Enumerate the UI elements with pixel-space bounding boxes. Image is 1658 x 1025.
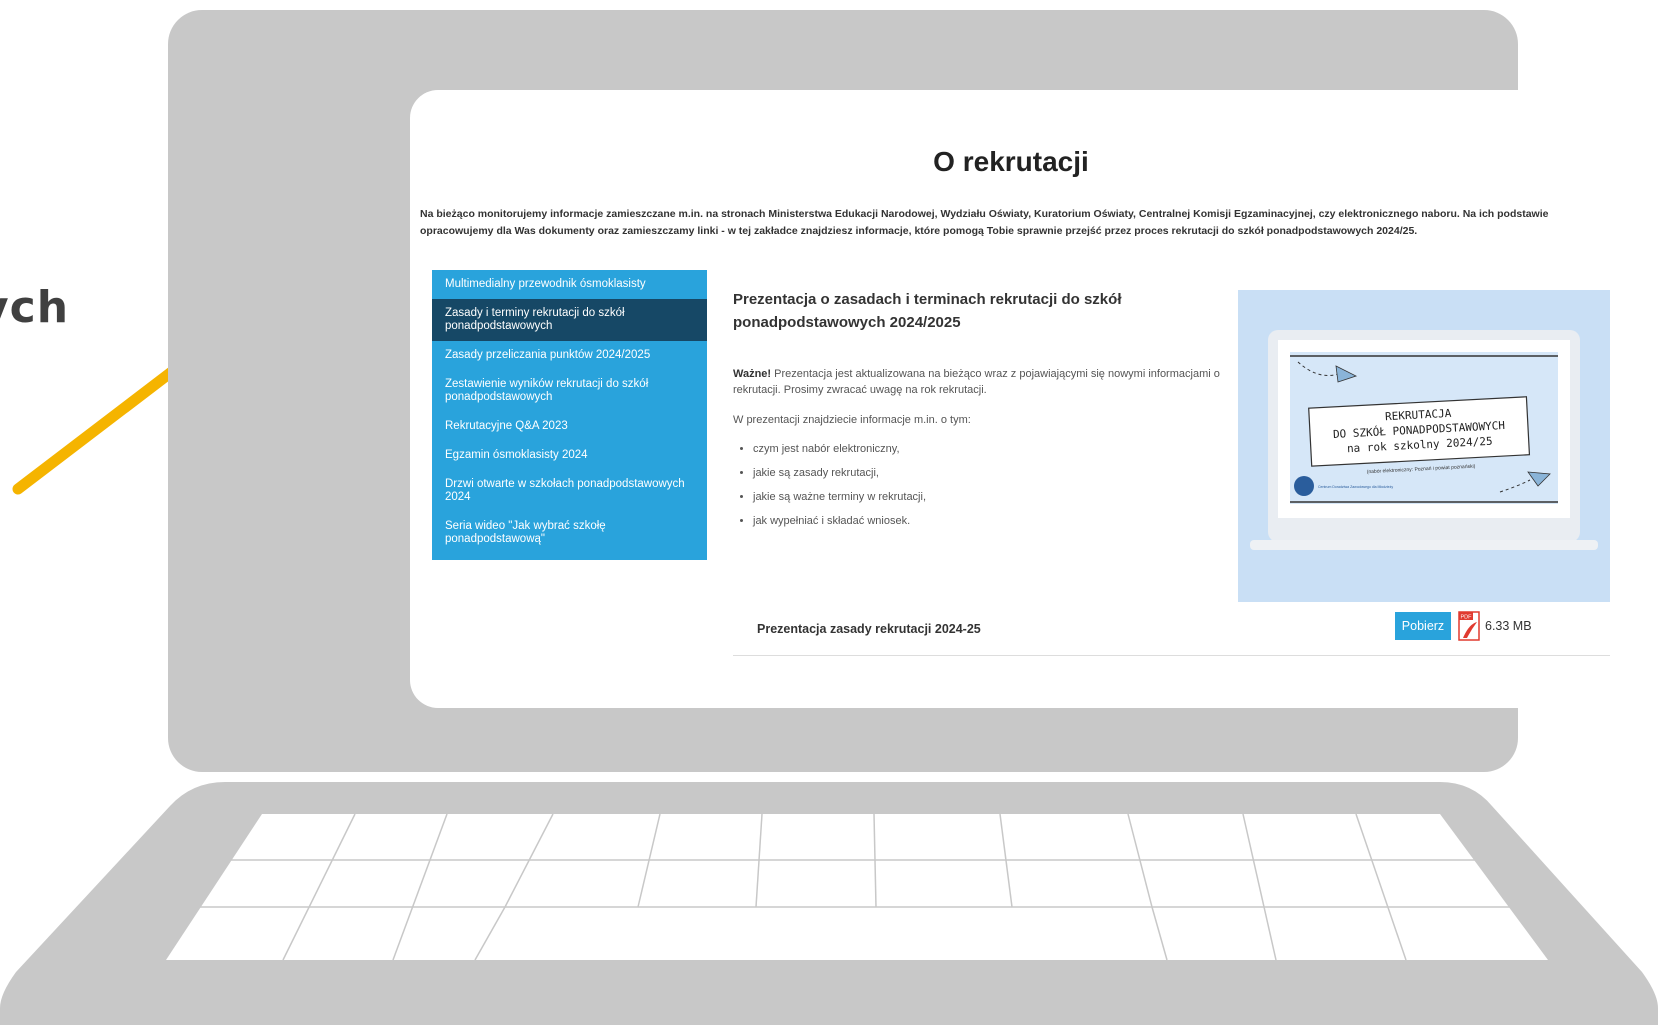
- download-label: Prezentacja zasady rekrutacji 2024-25: [757, 622, 981, 636]
- sidebar-item-multimedia-guide[interactable]: Multimedialny przewodnik ósmoklasisty: [432, 270, 707, 299]
- laptop-screen: O rekrutacji Na bieżąco monitorujemy inf…: [410, 90, 1612, 708]
- sidebar-item-exam[interactable]: Egzamin ósmoklasisty 2024: [432, 441, 707, 470]
- file-size: 6.33 MB: [1485, 619, 1532, 633]
- cdz-logo-icon: [1294, 476, 1314, 496]
- sidebar-item-points-rules[interactable]: Zasady przeliczania punktów 2024/2025: [432, 341, 707, 370]
- main-content: Prezentacja o zasadach i terminach rekru…: [733, 288, 1238, 538]
- intro-text: Na bieżąco monitorujemy informacje zamie…: [420, 208, 1549, 237]
- sidebar-item-open-days[interactable]: Drzwi otwarte w szkołach ponadpodstawowy…: [432, 470, 707, 512]
- page-title: O rekrutacji: [933, 146, 1089, 177]
- note-paragraph: Ważne! Prezentacja jest aktualizowana na…: [733, 366, 1238, 398]
- laptop-lid: O rekrutacji Na bieżąco monitorujemy inf…: [168, 10, 1612, 772]
- sidebar-menu: Multimedialny przewodnik ósmoklasisty Za…: [432, 270, 707, 560]
- sidebar-item-video-series[interactable]: Seria wideo "Jak wybrać szkołę ponadpods…: [432, 512, 707, 554]
- list-item: jakie są zasady rekrutacji,: [753, 466, 1238, 480]
- info-list: czym jest nabór elektroniczny, jakie są …: [733, 442, 1238, 528]
- note-text: Prezentacja jest aktualizowana na bieżąc…: [733, 368, 1220, 396]
- download-row: Prezentacja zasady rekrutacji 2024-25 Po…: [733, 600, 1610, 656]
- svg-text:PDF: PDF: [1461, 615, 1473, 621]
- sidebar-item-rules-and-dates[interactable]: Zasady i terminy rekrutacji do szkół pon…: [432, 299, 707, 341]
- laptop-keyboard-base: [0, 782, 1658, 1025]
- note-strong: Ważne!: [733, 368, 772, 380]
- list-item: jakie są ważne terminy w rekrutacji,: [753, 490, 1238, 504]
- content-heading: Prezentacja o zasadach i terminach rekru…: [733, 291, 1122, 331]
- list-item: czym jest nabór elektroniczny,: [753, 442, 1238, 456]
- presentation-preview-image: REKRUTACJA DO SZKÓŁ PONADPODSTAWOWYCH na…: [1238, 290, 1610, 602]
- cdz-logo-text: Centrum Doradztwa Zawodowego dla Młodzie…: [1318, 485, 1393, 489]
- sidebar-item-results-summary[interactable]: Zestawienie wyników rekrutacji do szkół …: [432, 370, 707, 412]
- download-button[interactable]: Pobierz: [1395, 612, 1451, 640]
- list-intro: W prezentacji znajdziecie informacje m.i…: [733, 414, 971, 426]
- list-item: jak wypełniać i składać wniosek.: [753, 514, 1238, 528]
- pdf-icon[interactable]: PDF: [1457, 610, 1483, 642]
- sidebar-item-qa[interactable]: Rekrutacyjne Q&A 2023: [432, 412, 707, 441]
